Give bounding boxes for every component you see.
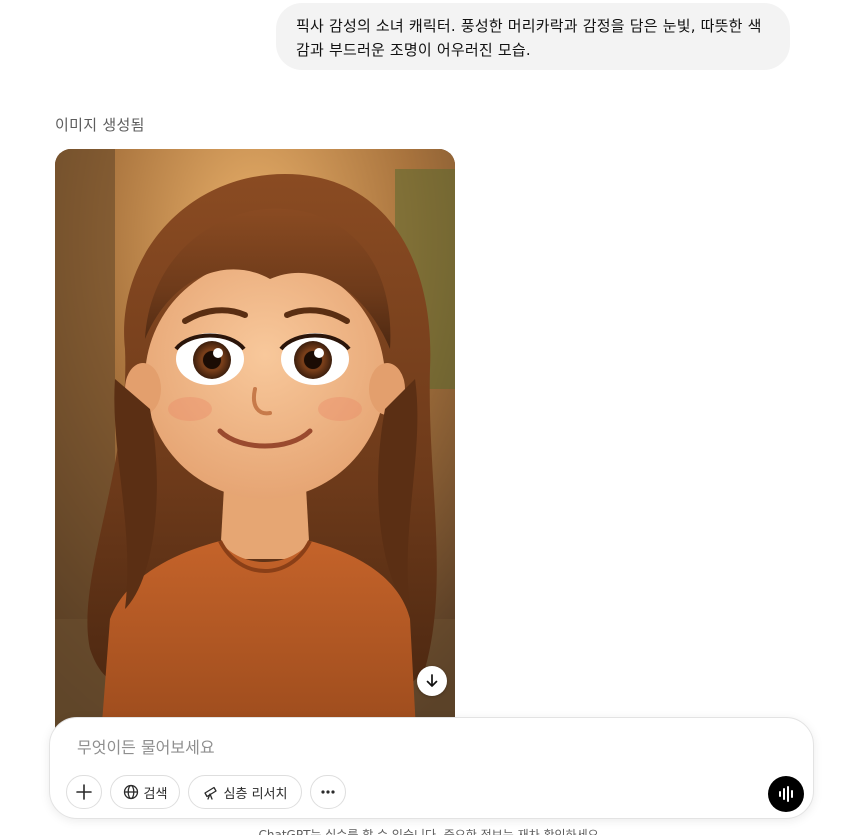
chat-page: 픽사 감성의 소녀 캐릭터. 풍성한 머리카락과 감정을 담은 눈빛, 따뜻한 … [0, 0, 861, 835]
search-button[interactable]: 검색 [110, 775, 180, 809]
user-message-text: 픽사 감성의 소녀 캐릭터. 풍성한 머리카락과 감정을 담은 눈빛, 따뜻한 … [296, 17, 762, 59]
voice-mode-button[interactable] [768, 776, 804, 812]
generated-image-illustration [55, 149, 455, 749]
image-status-label: 이미지 생성됨 [55, 116, 145, 134]
ellipsis-icon [321, 790, 335, 794]
deep-research-button[interactable]: 심층 리서치 [188, 775, 302, 809]
more-options-button[interactable] [310, 775, 346, 809]
arrow-down-icon [426, 674, 438, 687]
user-message-bubble: 픽사 감성의 소녀 캐릭터. 풍성한 머리카락과 감정을 담은 눈빛, 따뜻한 … [276, 3, 790, 70]
telescope-icon [203, 786, 217, 800]
generated-image[interactable] [55, 149, 455, 749]
search-button-label: 검색 [143, 786, 168, 802]
add-attachment-button[interactable] [66, 775, 102, 809]
plus-icon [76, 784, 92, 800]
globe-icon [123, 784, 138, 800]
download-image-button[interactable] [417, 666, 447, 696]
message-input[interactable] [77, 735, 757, 759]
deep-research-button-label: 심층 리서치 [223, 786, 288, 802]
voice-wave-icon [779, 786, 793, 802]
disclaimer-text: ChatGPT는 실수를 할 수 있습니다. 중요한 정보는 재차 확인하세요. [258, 828, 603, 835]
message-composer: 검색 심층 리서치 [49, 717, 814, 819]
